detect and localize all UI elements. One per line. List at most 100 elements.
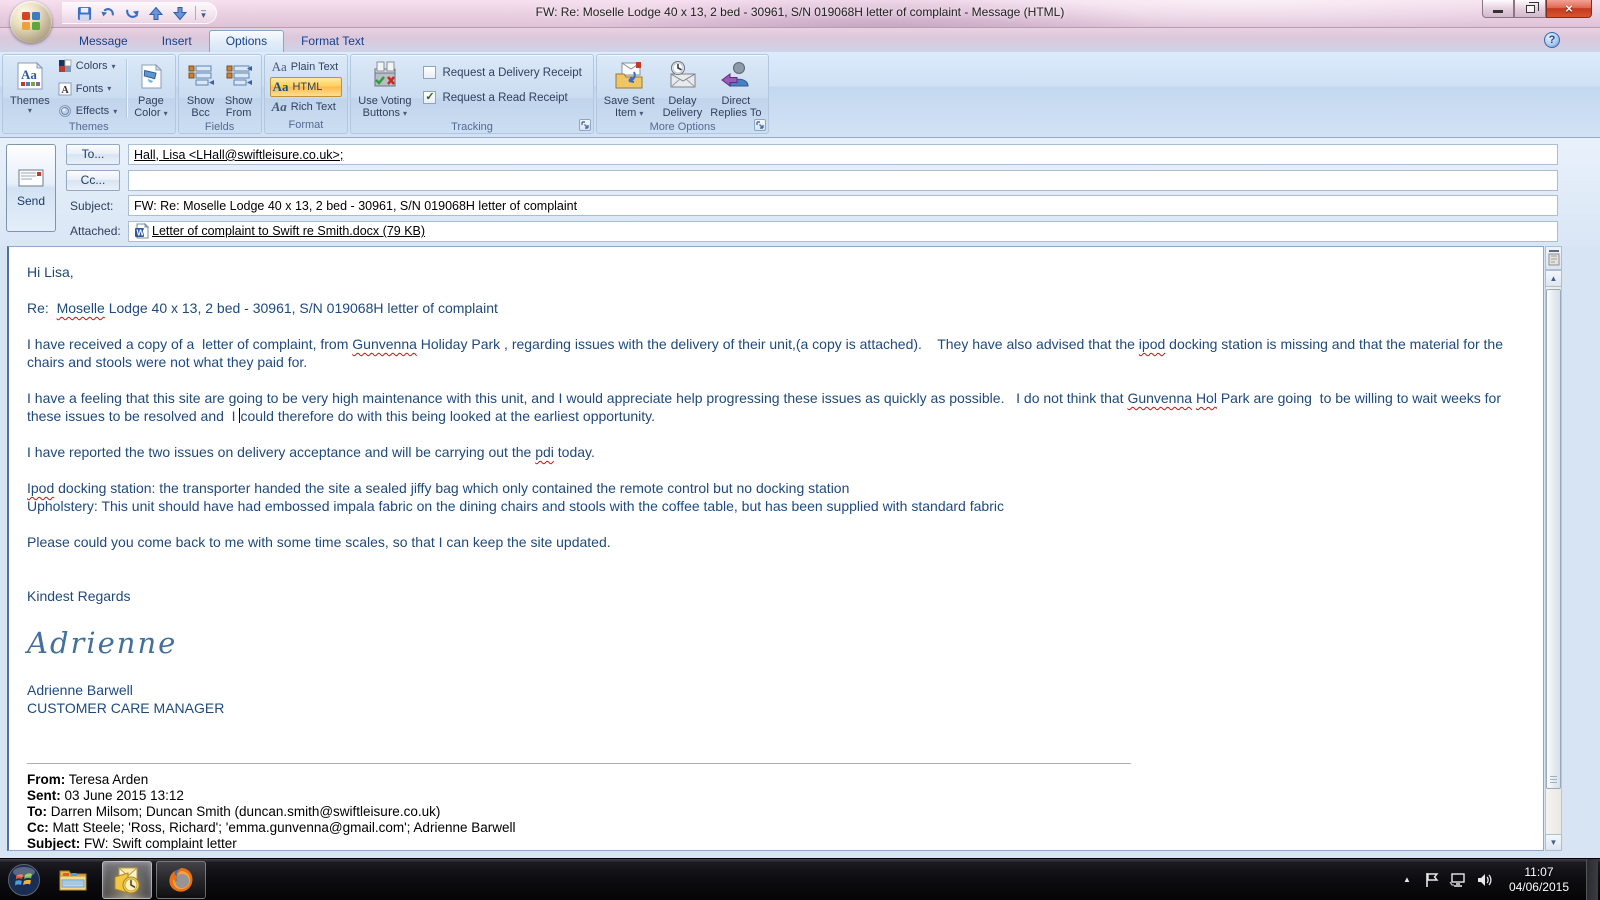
ribbon-tab-row: Message Insert Options Format Text ?: [0, 28, 1600, 52]
tab-message[interactable]: Message: [62, 30, 145, 52]
html-icon: Aa: [272, 79, 289, 94]
show-bcc-label-1: Show: [186, 95, 215, 107]
taskbar-item-explorer[interactable]: [48, 861, 98, 899]
body-text: CUSTOMER CARE MANAGER: [27, 700, 225, 716]
body-paragraph: [27, 605, 1525, 623]
taskbar-clock[interactable]: 11:07 04/06/2015: [1501, 865, 1577, 895]
cc-input[interactable]: [128, 169, 1558, 191]
clock-date: 04/06/2015: [1508, 879, 1569, 894]
scroll-down-button[interactable]: ▼: [1545, 834, 1562, 851]
tab-options[interactable]: Options: [208, 30, 285, 52]
plain-text-button[interactable]: Aa Plain Text: [270, 58, 343, 76]
system-tray: ▲ 11:07 04/06/2015: [1399, 859, 1600, 900]
body-text: could therefore do with this being looke…: [240, 408, 656, 424]
send-button[interactable]: Send: [6, 144, 56, 232]
ruler-toggle-icon: [1548, 250, 1559, 266]
html-button[interactable]: Aa HTML: [269, 77, 343, 97]
attachment-link[interactable]: Letter of complaint to Swift re Smith.do…: [152, 224, 425, 238]
svg-text:W: W: [137, 228, 146, 238]
show-from-button[interactable]: Show From: [220, 57, 258, 120]
message-body-text: Hi Lisa, Re: Moselle Lodge 40 x 13, 2 be…: [27, 263, 1525, 753]
word-document-icon: W: [135, 223, 149, 239]
titlebar: – ▾ FW: Re: Moselle Lodge 40 x 13, 2 bed…: [0, 0, 1600, 43]
close-button[interactable]: ×: [1546, 0, 1592, 18]
show-hidden-icons-button[interactable]: ▲: [1399, 871, 1415, 888]
theme-effects-button[interactable]: Effects ▾: [56, 103, 121, 119]
themes-button[interactable]: Aa Themes ▾: [6, 57, 54, 120]
body-paragraph: Adrienne: [27, 623, 1525, 663]
body-paragraph: Please could you come back to me with so…: [27, 533, 1525, 551]
scroll-up-button[interactable]: ▲: [1545, 270, 1562, 287]
help-button[interactable]: ?: [1544, 32, 1560, 48]
show-from-label-1: Show: [224, 95, 253, 107]
quoted-header: From: Teresa Arden Sent: 03 June 2015 13:…: [27, 772, 1525, 850]
body-paragraph: I have a feeling that this site are goin…: [27, 389, 1525, 425]
tab-insert[interactable]: Insert: [145, 30, 209, 52]
tab-format-text[interactable]: Format Text: [284, 30, 381, 52]
group-caption-themes: Themes: [68, 120, 109, 133]
message-body[interactable]: Hi Lisa, Re: Moselle Lodge 40 x 13, 2 be…: [7, 246, 1544, 851]
body-text: I have received a copy of a letter of co…: [27, 336, 353, 352]
body-paragraph: [27, 663, 1525, 681]
page-color-button[interactable]: Page Color ▾: [130, 57, 171, 120]
body-paragraph: [27, 569, 1525, 587]
read-receipt-option[interactable]: ✓ Request a Read Receipt: [417, 88, 587, 107]
group-caption-fields: Fields: [204, 120, 235, 133]
show-desktop-button[interactable]: [1586, 859, 1598, 900]
scrollbar-track[interactable]: [1545, 287, 1562, 834]
minimize-button[interactable]: [1482, 0, 1514, 18]
scrollbar-grip: [1550, 776, 1557, 784]
chevron-down-icon: ▾: [27, 106, 32, 115]
action-center-flag-icon: [1426, 872, 1439, 887]
scrollbar-thumb[interactable]: [1546, 289, 1561, 789]
direct-replies-label-2: Replies To: [710, 107, 762, 119]
delivery-receipt-option[interactable]: Request a Delivery Receipt: [417, 63, 587, 82]
read-receipt-checkbox[interactable]: ✓: [423, 91, 437, 104]
attached-well[interactable]: W Letter of complaint to Swift re Smith.…: [128, 220, 1558, 242]
window-controls: ×: [1482, 0, 1592, 18]
body-text: Kindest Regards: [27, 588, 131, 604]
more-options-dialog-launcher[interactable]: [754, 119, 767, 131]
to-input[interactable]: Hall, Lisa <LHall@swiftleisure.co.uk>;: [128, 144, 1558, 166]
rich-text-button[interactable]: Aa Rich Text: [270, 98, 343, 116]
send-envelope-icon: [18, 169, 44, 187]
theme-fonts-button[interactable]: A Fonts ▾: [56, 81, 121, 97]
start-button[interactable]: [4, 860, 44, 900]
delivery-receipt-checkbox[interactable]: [423, 66, 437, 79]
to-button[interactable]: To...: [66, 144, 120, 166]
subject-input[interactable]: FW: Re: Moselle Lodge 40 x 13, 2 bed - 3…: [128, 195, 1558, 217]
theme-colors-button[interactable]: Colors ▾: [56, 58, 121, 74]
attachment-item[interactable]: W Letter of complaint to Swift re Smith.…: [134, 223, 425, 239]
up-arrow-icon: ▲: [1549, 274, 1558, 283]
office-button[interactable]: [10, 1, 52, 43]
page-color-label-2: Color ▾: [134, 107, 168, 119]
ribbon-group-tracking: Use Voting Buttons ▾ Request a Delivery …: [350, 54, 594, 134]
cc-button[interactable]: Cc...: [66, 169, 120, 191]
page-color-icon: [136, 59, 166, 93]
restore-button[interactable]: [1514, 0, 1546, 18]
body-paragraph: I have received a copy of a letter of co…: [27, 335, 1525, 371]
body-paragraph: I have reported the two issues on delive…: [27, 443, 1525, 461]
action-center-button[interactable]: [1424, 872, 1440, 888]
delay-delivery-button[interactable]: Delay Delivery: [659, 57, 707, 120]
chevron-down-icon: ▾: [163, 109, 168, 118]
show-bcc-button[interactable]: Show Bcc: [182, 57, 220, 120]
taskbar-item-firefox[interactable]: [156, 860, 206, 899]
direct-replies-to-button[interactable]: Direct Replies To: [706, 57, 765, 120]
subject-value: FW: Re: Moselle Lodge 40 x 13, 2 bed - 3…: [134, 198, 578, 213]
tracking-dialog-launcher[interactable]: [578, 119, 591, 131]
network-status-icon[interactable]: [1449, 872, 1467, 888]
group-divider: [126, 59, 128, 118]
help-icon: ?: [1548, 34, 1556, 46]
quoted-header-row: To: Darren Milsom; Duncan Smith (duncan.…: [27, 804, 441, 819]
show-bcc-label-2: Bcc: [191, 107, 210, 119]
taskbar-item-outlook[interactable]: [102, 860, 152, 899]
save-sent-item-button[interactable]: Save Sent Item ▾: [600, 57, 659, 120]
taskbar: ▲ 11:07 04/06/2015: [0, 858, 1600, 900]
to-recipient[interactable]: Hall, Lisa <LHall@swiftleisure.co.uk>;: [134, 148, 343, 162]
ruler-toggle-button[interactable]: [1545, 246, 1562, 270]
body-text: Please could you come back to me with so…: [27, 534, 611, 550]
quoted-header-row: Sent: 03 June 2015 13:12: [27, 788, 184, 803]
volume-button[interactable]: [1476, 872, 1492, 888]
use-voting-buttons-button[interactable]: Use Voting Buttons ▾: [354, 57, 415, 120]
